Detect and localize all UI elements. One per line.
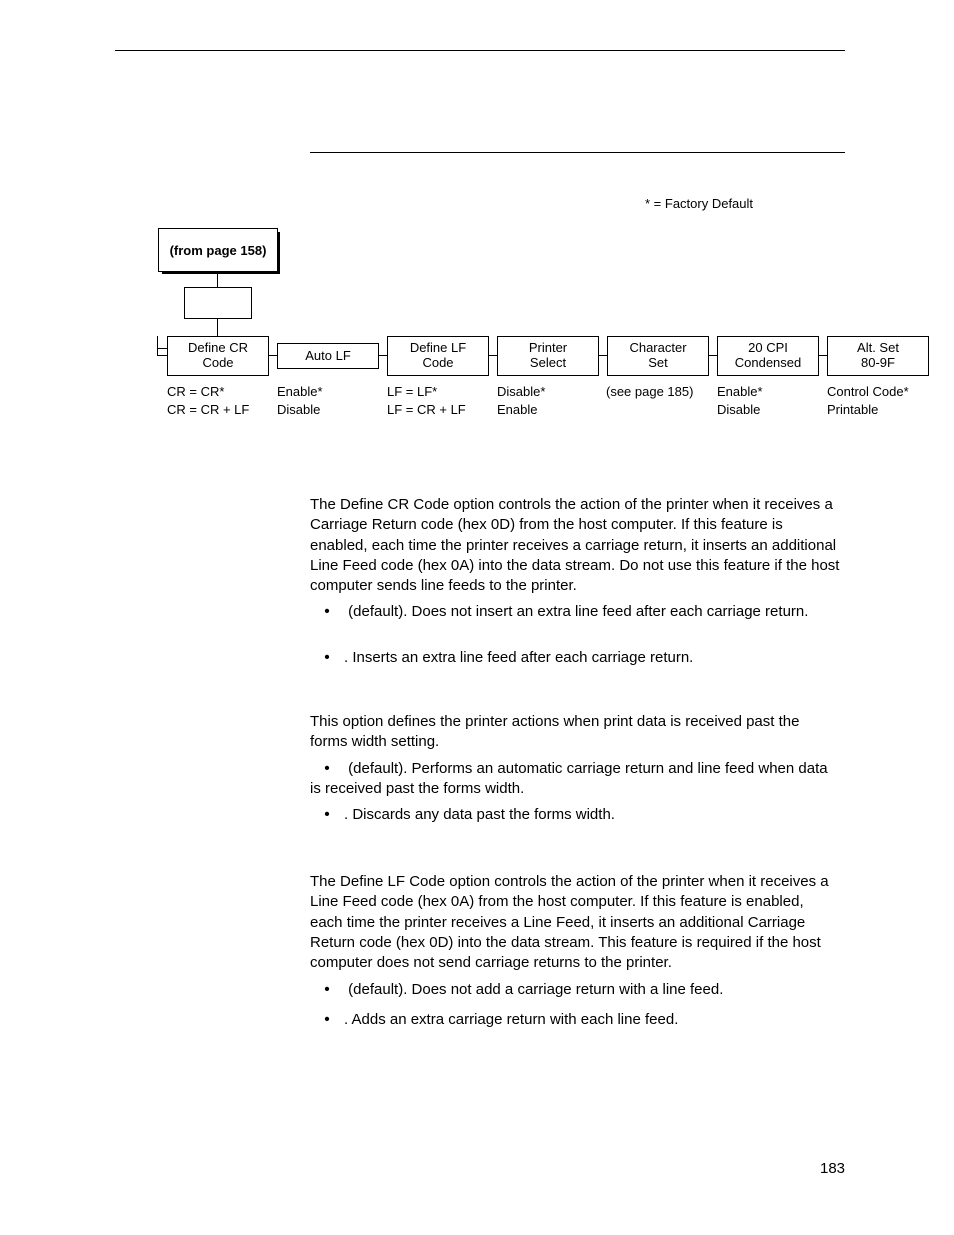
rule-sub — [310, 152, 845, 153]
opt-5-1: Enable* — [717, 384, 763, 399]
l: Character — [629, 341, 686, 356]
menu-character-set: Character Set — [607, 336, 709, 376]
empty-node — [184, 287, 252, 319]
bullet-icon: • — [310, 1010, 344, 1030]
t: (default). Does not insert an extra line… — [344, 603, 808, 620]
l: 20 CPI — [748, 341, 788, 356]
menu-auto-lf: Auto LF — [277, 343, 379, 369]
opt-3-2: Enable — [497, 402, 537, 417]
l: Set — [648, 356, 668, 371]
opt-0-1: CR = CR* — [167, 384, 224, 399]
sec2-b2: •. Discards any data past the forms widt… — [310, 805, 840, 825]
opt-2-2: LF = CR + LF — [387, 402, 466, 417]
bullet-icon: • — [310, 648, 344, 668]
sec2-para: This option defines the printer actions … — [310, 712, 840, 753]
conn-v-top2 — [217, 318, 218, 336]
sec3-b2: •. Adds an extra carriage return with ea… — [310, 1010, 840, 1030]
sec1-b2: •. Inserts an extra line feed after each… — [310, 648, 840, 668]
sec2-b1: • (default). Performs an automatic carri… — [310, 759, 840, 800]
l: 80-9F — [861, 356, 895, 371]
drop0 — [157, 336, 158, 356]
l: Printer — [529, 341, 567, 356]
t: . Inserts an extra line feed after each … — [344, 649, 693, 666]
l: Auto LF — [305, 349, 351, 364]
sec1-para: The Define CR Code option controls the a… — [310, 495, 840, 596]
opt-6-1: Control Code* — [827, 384, 909, 399]
t: (default). Does not add a carriage retur… — [344, 981, 723, 998]
sec3-para: The Define LF Code option controls the a… — [310, 872, 840, 973]
from-page-label: (from page 158) — [170, 243, 267, 258]
opt-1-2: Disable — [277, 402, 320, 417]
from-page-box: (from page 158) — [158, 228, 278, 272]
d0 — [157, 348, 167, 349]
menu-altset: Alt. Set 80-9F — [827, 336, 929, 376]
opt-6-2: Printable — [827, 402, 878, 417]
t: . Adds an extra carriage return with eac… — [344, 1011, 678, 1028]
bullet-icon: • — [310, 602, 344, 622]
conn-v-top1 — [217, 271, 218, 287]
l: Define LF — [410, 341, 466, 356]
sec1-b1: • (default). Does not insert an extra li… — [310, 602, 840, 622]
opt-0-2: CR = CR + LF — [167, 402, 249, 417]
l: Alt. Set — [857, 341, 899, 356]
opt-5-2: Disable — [717, 402, 760, 417]
opt-2-1: LF = LF* — [387, 384, 437, 399]
menu-define-cr: Define CR Code — [167, 336, 269, 376]
menu-20cpi: 20 CPI Condensed — [717, 336, 819, 376]
menu-define-lf: Define LF Code — [387, 336, 489, 376]
opt-1-1: Enable* — [277, 384, 323, 399]
t: (default). Performs an automatic carriag… — [310, 760, 828, 797]
bullet-icon: • — [310, 980, 344, 1000]
opt-4-1: (see page 185) — [606, 384, 693, 399]
rule-top — [115, 50, 845, 51]
menu-printer-select: Printer Select — [497, 336, 599, 376]
l: Condensed — [735, 356, 802, 371]
opt-3-1: Disable* — [497, 384, 545, 399]
t: . Discards any data past the forms width… — [344, 806, 615, 823]
l: Define CR — [188, 341, 248, 356]
l: Code — [422, 356, 453, 371]
sec3-b1: • (default). Does not add a carriage ret… — [310, 980, 840, 1000]
l: Select — [530, 356, 566, 371]
l: Code — [202, 356, 233, 371]
bullet-icon: • — [310, 759, 344, 779]
bullet-icon: • — [310, 805, 344, 825]
legend-text: * = Factory Default — [645, 196, 753, 211]
page-number: 183 — [820, 1160, 845, 1177]
